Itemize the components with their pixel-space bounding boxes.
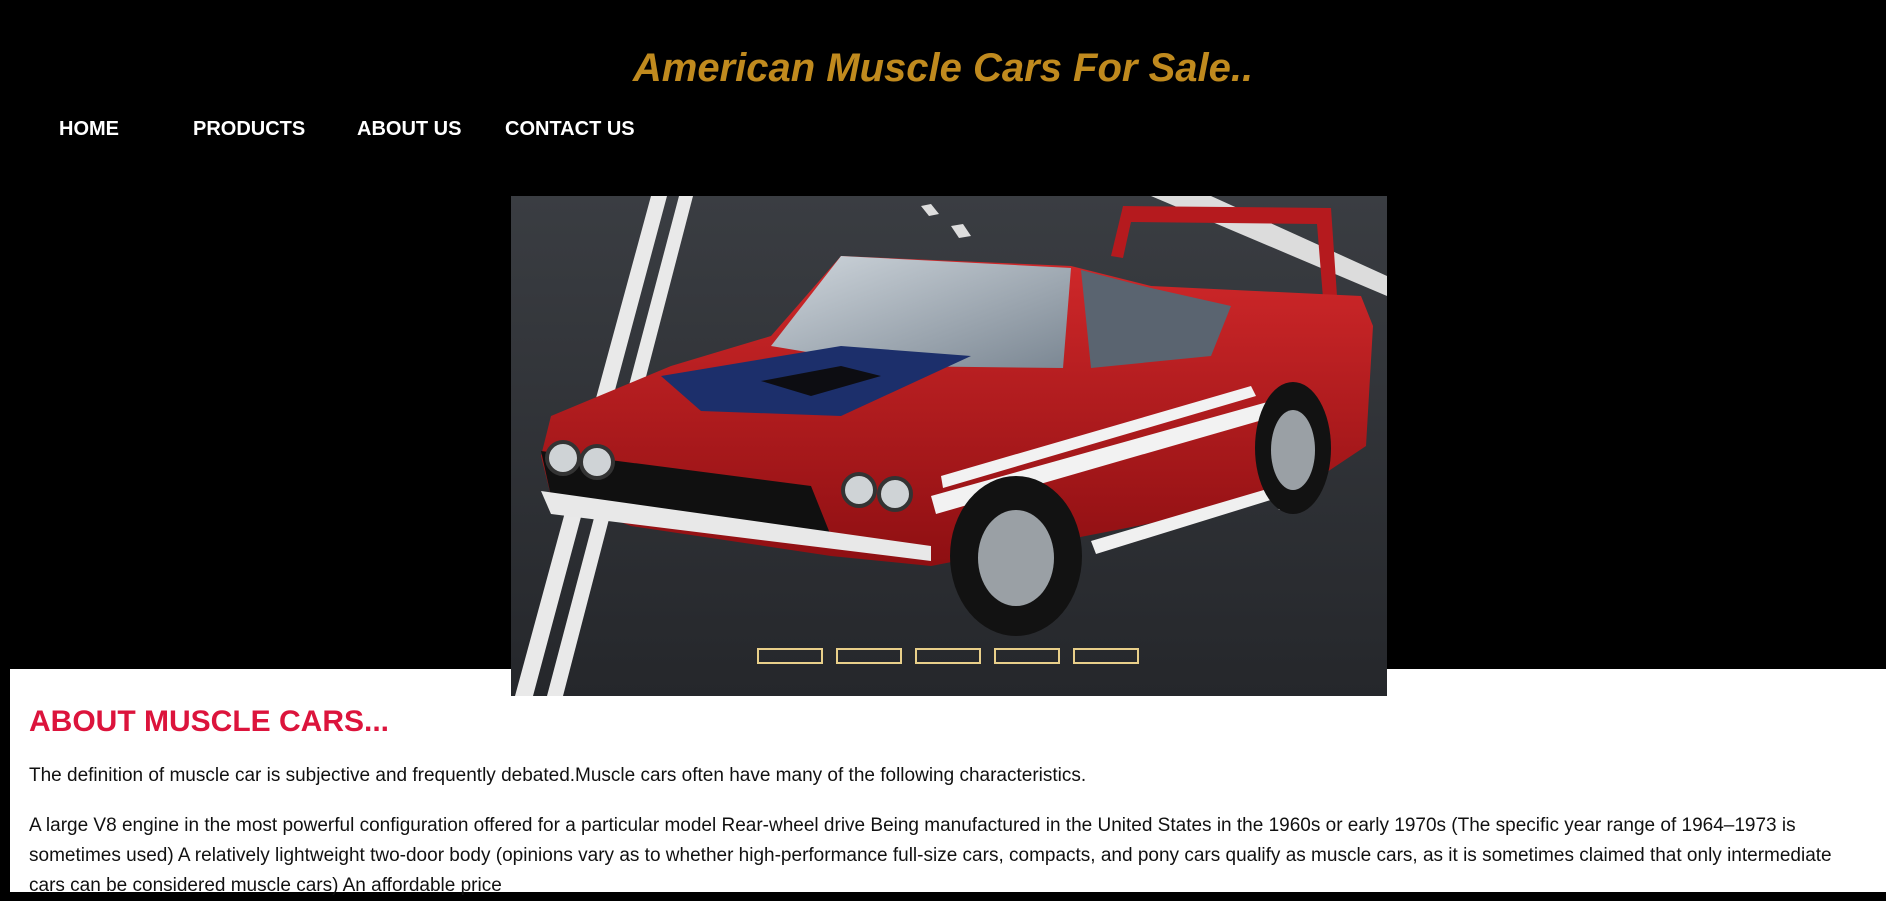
about-heading: ABOUT MUSCLE CARS... [29, 705, 389, 738]
about-section: ABOUT MUSCLE CARS... The definition of m… [10, 669, 1886, 896]
slider-indicator-5[interactable] [1073, 648, 1139, 664]
slider-indicator-1[interactable] [757, 648, 823, 664]
muscle-car-image [511, 196, 1387, 696]
nav-products-link[interactable]: PRODUCTS [193, 116, 305, 142]
image-slider[interactable] [511, 196, 1387, 696]
nav-about-link[interactable]: ABOUT US [357, 116, 461, 142]
site-title: American Muscle Cars For Sale.. [632, 46, 1254, 90]
nav-contact-link[interactable]: CONTACT US [505, 116, 635, 142]
nav-home-link[interactable]: HOME [59, 116, 119, 142]
slider-indicator-2[interactable] [836, 648, 902, 664]
slider-indicator-4[interactable] [994, 648, 1060, 664]
about-paragraph-2: A large V8 engine in the most powerful c… [29, 815, 1832, 896]
slider-indicators [511, 648, 1387, 664]
about-paragraph-1: The definition of muscle car is subjecti… [29, 765, 1087, 786]
slider-indicator-3[interactable] [915, 648, 981, 664]
